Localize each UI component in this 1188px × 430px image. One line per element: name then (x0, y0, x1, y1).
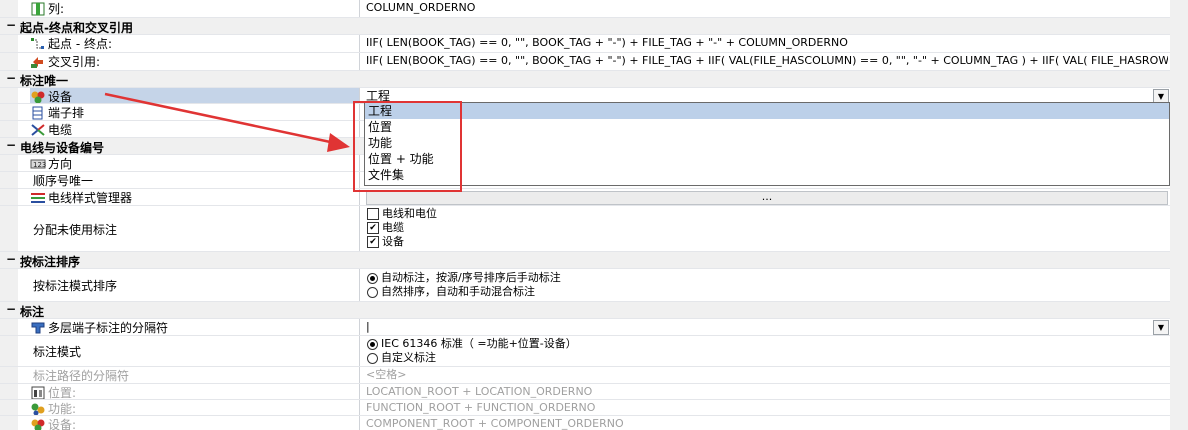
property-grid: 列: COLUMN_ORDERNO fx − 起点-终点和交叉引用 起点 - 终… (0, 0, 1188, 430)
annotation-arrow-icon (104, 92, 350, 152)
